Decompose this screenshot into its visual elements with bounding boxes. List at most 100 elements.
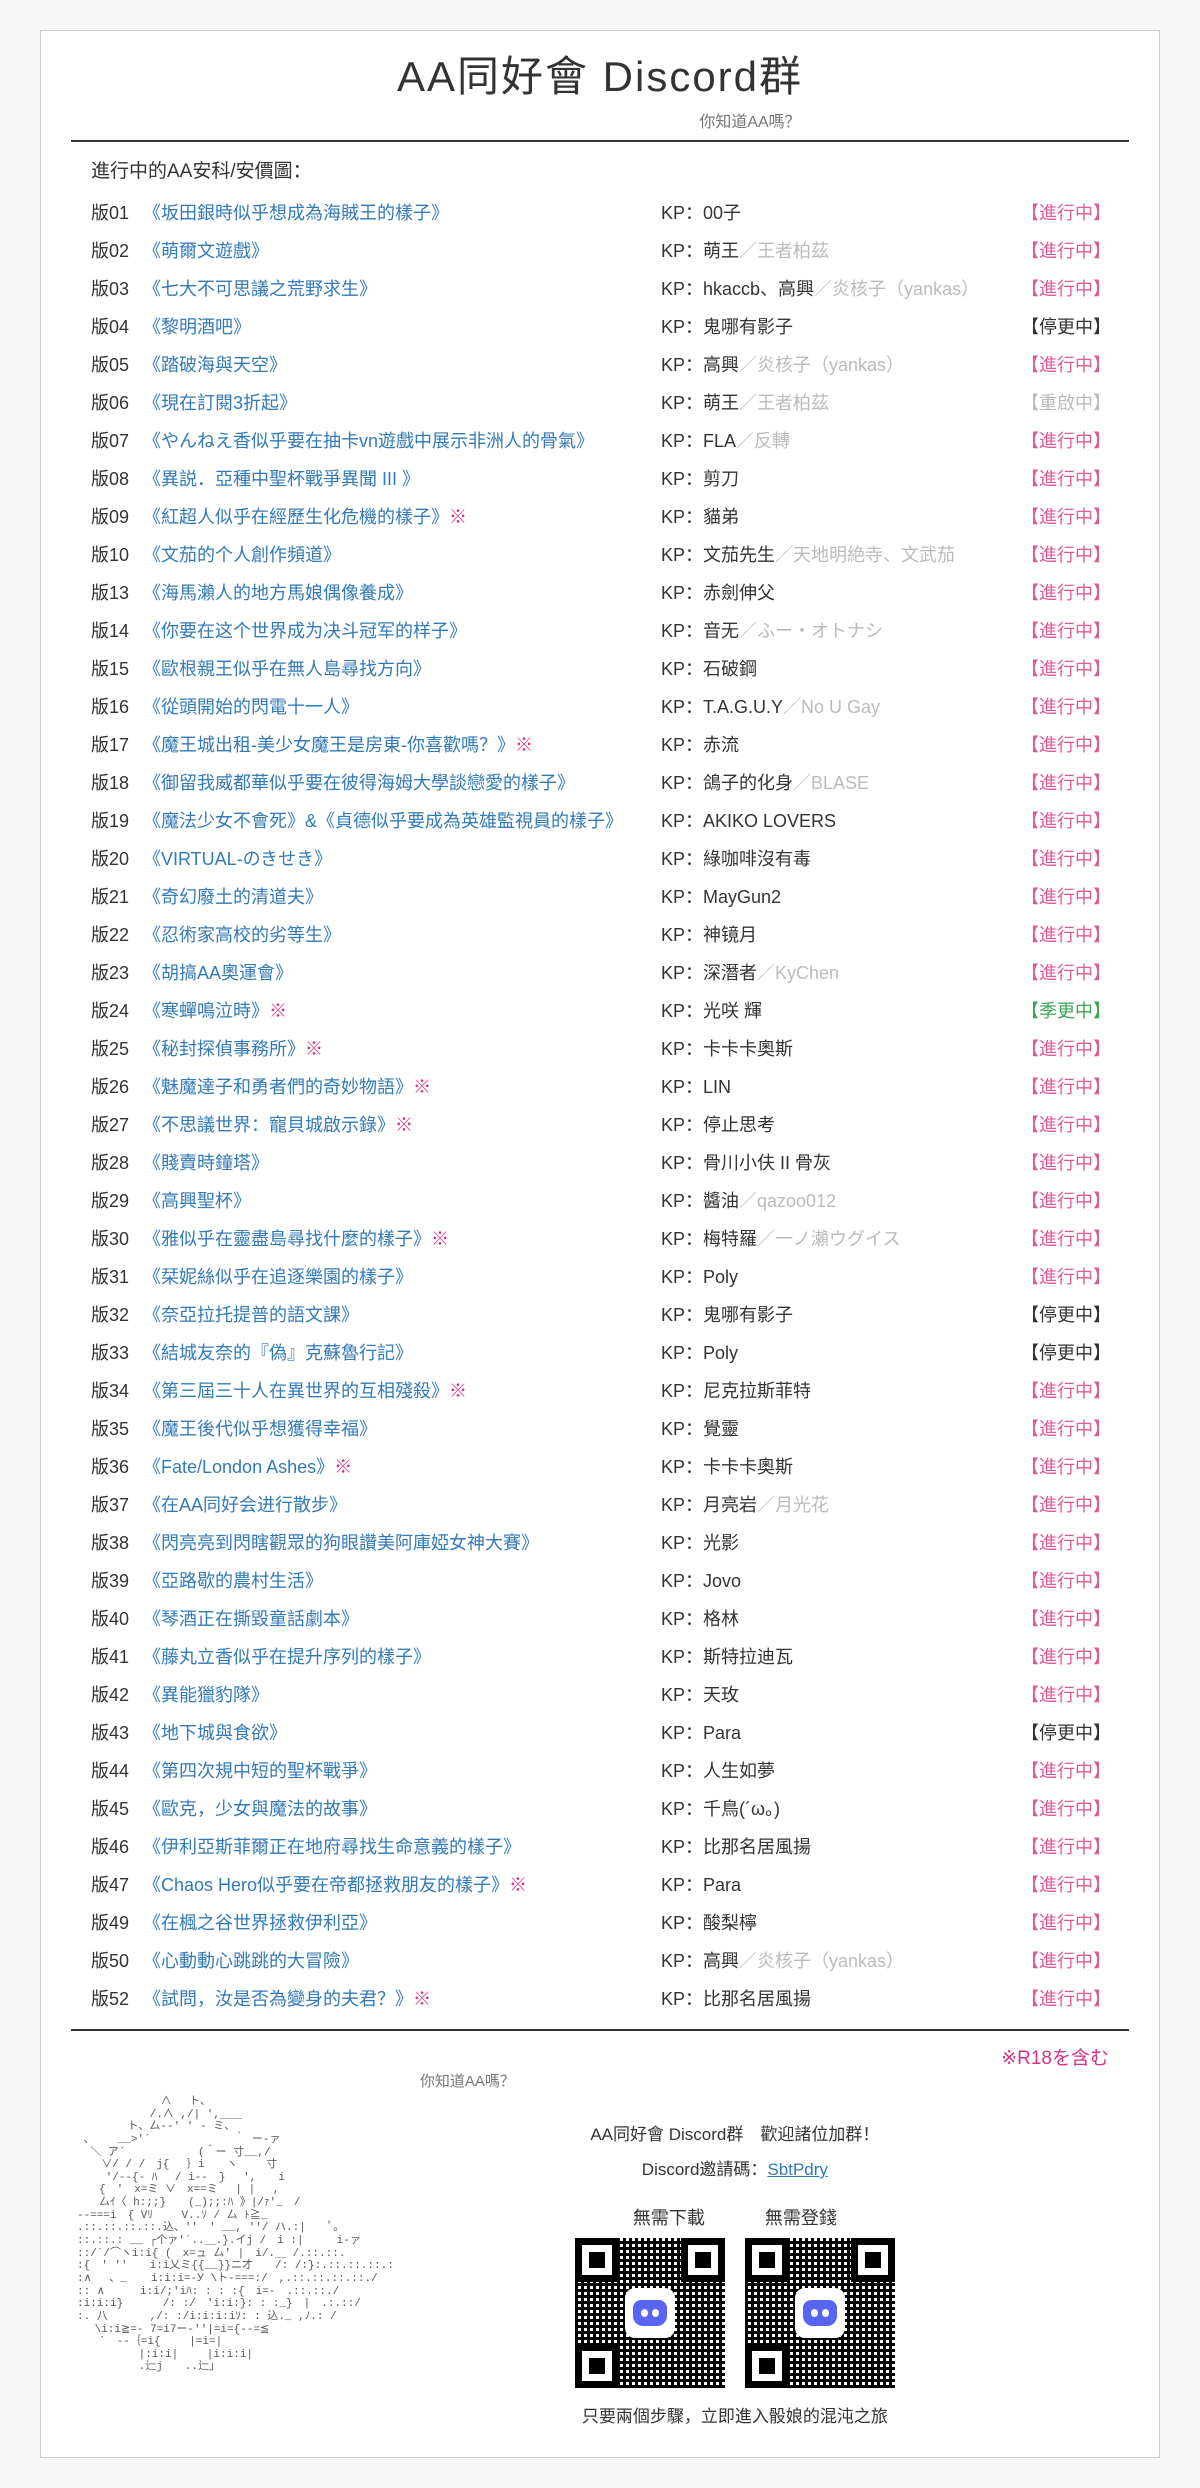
kp-prefix: KP： — [661, 963, 703, 983]
thread-link[interactable]: 《胡搞AA奧運會》 — [143, 963, 293, 983]
thread-link[interactable]: 《VIRTUAL-のきせき》 — [143, 849, 332, 869]
thread-link[interactable]: 《結城友奈的『偽』克蘇魯行記》 — [143, 1343, 413, 1363]
thread-link[interactable]: 《寒蟬鳴泣時》 — [143, 1001, 269, 1021]
qr-code-right — [745, 2238, 895, 2388]
table-row: 版04《黎明酒吧》KP：鬼哪有影子【停更中】 — [71, 307, 1129, 345]
divider-top — [71, 140, 1129, 142]
thread-link[interactable]: 《Fate/London Ashes》 — [143, 1457, 334, 1477]
thread-link[interactable]: 《琴酒正在撕毀童話劇本》 — [143, 1609, 359, 1629]
row-status: 【進行中】 — [1019, 1865, 1129, 1903]
thread-link[interactable]: 《七大不可思議之荒野求生》 — [143, 279, 377, 299]
row-version: 版39 — [71, 1561, 141, 1599]
thread-link[interactable]: 《在AA同好会进行散步》 — [143, 1495, 347, 1515]
row-status: 【進行中】 — [1019, 725, 1129, 763]
row-version: 版18 — [71, 763, 141, 801]
row-version: 版28 — [71, 1143, 141, 1181]
row-title-cell: 《萌爾文遊戲》 — [141, 231, 659, 269]
r18-mark: ※ — [334, 1457, 352, 1477]
table-row: 版31《栞妮絲似乎在追逐樂園的樣子》KP：Poly【進行中】 — [71, 1257, 1129, 1295]
row-status: 【進行中】 — [1019, 1561, 1129, 1599]
table-row: 版32《奈亞拉托提普的語文課》KP：鬼哪有影子【停更中】 — [71, 1295, 1129, 1333]
thread-link[interactable]: 《秘封探偵事務所》 — [143, 1039, 305, 1059]
thread-link[interactable]: 《踏破海與天空》 — [143, 355, 287, 375]
kp-name: 綠咖啡沒有毒 — [703, 849, 811, 869]
thread-link[interactable]: 《魅魔達子和勇者們的奇妙物語》 — [143, 1077, 413, 1097]
kp-prefix: KP： — [661, 1305, 703, 1325]
thread-link[interactable]: 《文茄的个人創作頻道》 — [143, 545, 341, 565]
r18-mark: ※ — [431, 1229, 449, 1249]
kp-name: 人生如夢 — [703, 1761, 775, 1781]
kp-extra: ／王者柏茲 — [739, 393, 829, 413]
row-status: 【進行中】 — [1019, 1485, 1129, 1523]
thread-link[interactable]: 《黎明酒吧》 — [143, 317, 251, 337]
row-version: 版37 — [71, 1485, 141, 1523]
table-row: 版27《不思議世界：寵貝城啟示錄》※KP：停止思考【進行中】 — [71, 1105, 1129, 1143]
thread-link[interactable]: 《魔王城出租-美少女魔王是房東-你喜歡嗎？》 — [143, 735, 515, 755]
thread-link[interactable]: 《やんねえ香似乎要在抽卡vn遊戲中展示非洲人的骨氣》 — [143, 431, 594, 451]
thread-link[interactable]: 《坂田銀時似乎想成為海賊王的樣子》 — [143, 203, 449, 223]
thread-link[interactable]: 《忍術家高校的劣等生》 — [143, 925, 341, 945]
kp-extra: ／炎核子（yankas） — [814, 279, 979, 299]
thread-link[interactable]: 《異能獵豹隊》 — [143, 1685, 269, 1705]
thread-link[interactable]: 《不思議世界：寵貝城啟示錄》 — [143, 1115, 395, 1135]
thread-link[interactable]: 《魔王後代似乎想獲得幸福》 — [143, 1419, 377, 1439]
thread-link[interactable]: 《御留我威都華似乎要在彼得海姆大學談戀愛的樣子》 — [143, 773, 575, 793]
row-version: 版25 — [71, 1029, 141, 1067]
row-kp-cell: KP：光咲 輝 — [659, 991, 1019, 1029]
thread-link[interactable]: 《藤丸立香似乎在提升序列的樣子》 — [143, 1647, 431, 1667]
row-version: 版30 — [71, 1219, 141, 1257]
thread-link[interactable]: 《海馬瀨人的地方馬娘偶像養成》 — [143, 583, 413, 603]
kp-name: 高興 — [703, 1951, 739, 1971]
thread-link[interactable]: 《第四次規中短的聖杯戰爭》 — [143, 1761, 377, 1781]
row-version: 版33 — [71, 1333, 141, 1371]
thread-link[interactable]: 《閃亮亮到閃瞎觀眾的狗眼讚美阿庫婭女神大賽》 — [143, 1533, 539, 1553]
thread-link[interactable]: 《奇幻廢土的清道夫》 — [143, 887, 323, 907]
kp-name: 神镜月 — [703, 925, 757, 945]
thread-link[interactable]: 《心動動心跳跳的大冒險》 — [143, 1951, 359, 1971]
table-row: 版23《胡搞AA奧運會》KP：深潛者／KyChen【進行中】 — [71, 953, 1129, 991]
thread-link[interactable]: 《栞妮絲似乎在追逐樂園的樣子》 — [143, 1267, 413, 1287]
thread-link[interactable]: 《在楓之谷世界拯救伊利亞》 — [143, 1913, 377, 1933]
thread-link[interactable]: 《萌爾文遊戲》 — [143, 241, 269, 261]
kp-name: 卡卡卡奧斯 — [703, 1039, 793, 1059]
kp-extra: ／No U Gay — [783, 697, 880, 717]
thread-link[interactable]: 《高興聖杯》 — [143, 1191, 251, 1211]
r18-mark: ※ — [413, 1077, 431, 1097]
thread-link[interactable]: 《試問，汝是否為變身的夫君？》 — [143, 1989, 413, 2009]
kp-extra: ／月光花 — [757, 1495, 829, 1515]
thread-link[interactable]: 《伊利亞斯菲爾正在地府尋找生命意義的樣子》 — [143, 1837, 521, 1857]
row-title-cell: 《奈亞拉托提普的語文課》 — [141, 1295, 659, 1333]
thread-link[interactable]: 《你要在这个世界成为决斗冠军的样子》 — [143, 621, 467, 641]
thread-link[interactable]: 《賤賣時鐘塔》 — [143, 1153, 269, 1173]
table-row: 版52《試問，汝是否為變身的夫君？》※KP：比那名居風揚【進行中】 — [71, 1979, 1129, 2017]
kp-name: 00子 — [703, 203, 741, 223]
thread-link[interactable]: 《奈亞拉托提普的語文課》 — [143, 1305, 359, 1325]
row-status: 【停更中】 — [1019, 1333, 1129, 1371]
thread-link[interactable]: 《亞路歇的農村生活》 — [143, 1571, 323, 1591]
thread-link[interactable]: 《紅超人似乎在經歷生化危機的樣子》 — [143, 507, 449, 527]
thread-link[interactable]: 《雅似乎在靈盡島尋找什麼的樣子》 — [143, 1229, 431, 1249]
thread-link[interactable]: 《歐克，少女與魔法的故事》 — [143, 1799, 377, 1819]
r18-mark: ※ — [449, 507, 467, 527]
table-row: 版05《踏破海與天空》KP：高興／炎核子（yankas）【進行中】 — [71, 345, 1129, 383]
r18-legend: ※R18を含む — [71, 2043, 1109, 2070]
thread-link[interactable]: 《從頭開始的閃電十一人》 — [143, 697, 359, 717]
thread-link[interactable]: 《第三屆三十人在異世界的互相殘殺》 — [143, 1381, 449, 1401]
row-title-cell: 《踏破海與天空》 — [141, 345, 659, 383]
thread-link[interactable]: 《Chaos Hero似乎要在帝都拯救朋友的樣子》 — [143, 1875, 509, 1895]
thread-link[interactable]: 《異説．亞種中聖杯戰爭異聞 III 》 — [143, 469, 420, 489]
thread-link[interactable]: 《歐根親王似乎在無人島尋找方向》 — [143, 659, 431, 679]
kp-prefix: KP： — [661, 545, 703, 565]
kp-prefix: KP： — [661, 773, 703, 793]
row-title-cell: 《秘封探偵事務所》※ — [141, 1029, 659, 1067]
kp-name: 月亮岩 — [703, 1495, 757, 1515]
table-row: 版37《在AA同好会进行散步》KP：月亮岩／月光花【進行中】 — [71, 1485, 1129, 1523]
row-kp-cell: KP：Poly — [659, 1257, 1019, 1295]
row-version: 版03 — [71, 269, 141, 307]
discord-invite-link[interactable]: SbtPdry — [767, 2160, 827, 2179]
thread-link[interactable]: 《現在訂閱3折起》 — [143, 393, 297, 413]
thread-link[interactable]: 《地下城與食欲》 — [143, 1723, 287, 1743]
row-status: 【進行中】 — [1019, 1751, 1129, 1789]
row-version: 版47 — [71, 1865, 141, 1903]
thread-link[interactable]: 《魔法少女不會死》&《貞德似乎要成為英雄監視員的樣子》 — [143, 811, 623, 831]
